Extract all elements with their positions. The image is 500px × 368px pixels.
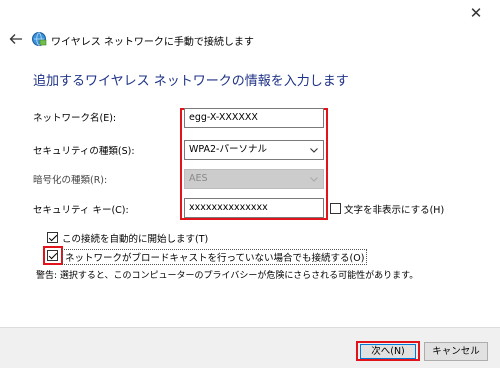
hide-characters-label: 文字を非表示にする(H) [344,205,445,216]
network-name-value: egg-X-XXXXXX [189,112,258,123]
cancel-button[interactable]: キャンセル [424,342,488,361]
security-type-select[interactable]: WPA2-パーソナル [184,140,324,160]
back-button[interactable] [8,31,24,47]
back-arrow-icon [9,34,22,44]
connect-no-broadcast-checkbox[interactable] [47,250,58,261]
encryption-type-value: AES [189,173,208,184]
security-type-label: セキュリティの種類(S): [33,146,135,157]
chevron-down-icon [310,148,318,153]
network-name-input[interactable]: egg-X-XXXXXX [184,108,324,128]
security-type-value: WPA2-パーソナル [189,144,267,155]
encryption-type-select: AES [184,169,324,189]
security-key-input[interactable]: xxxxxxxxxxxxxx [184,198,324,218]
warning-text: 警告: 選択すると、このコンピューターのプライバシーが危険にさらされる可能性があ… [36,271,419,281]
security-key-value: xxxxxxxxxxxxxx [189,202,268,213]
wireless-network-icon [31,31,47,47]
next-button[interactable]: 次へ(N) [360,344,416,359]
close-icon: ✕ [469,4,483,22]
dialog-title: ワイヤレス ネットワークに手動で接続します [51,37,254,48]
connect-no-broadcast-label: ネットワークがブロードキャストを行っていない場合でも接続する(O) [62,249,368,265]
page-heading: 追加するワイヤレス ネットワークの情報を入力します [33,74,349,89]
auto-start-label: この接続を自動的に開始します(T) [62,234,209,245]
encryption-type-label: 暗号化の種類(R): [33,175,108,186]
chevron-down-icon [310,177,318,182]
hide-characters-checkbox[interactable] [330,203,341,214]
network-name-label: ネットワーク名(E): [33,113,117,124]
close-button[interactable]: ✕ [464,3,488,23]
security-key-label: セキュリティ キー(C): [33,205,129,216]
auto-start-checkbox[interactable] [47,232,58,243]
